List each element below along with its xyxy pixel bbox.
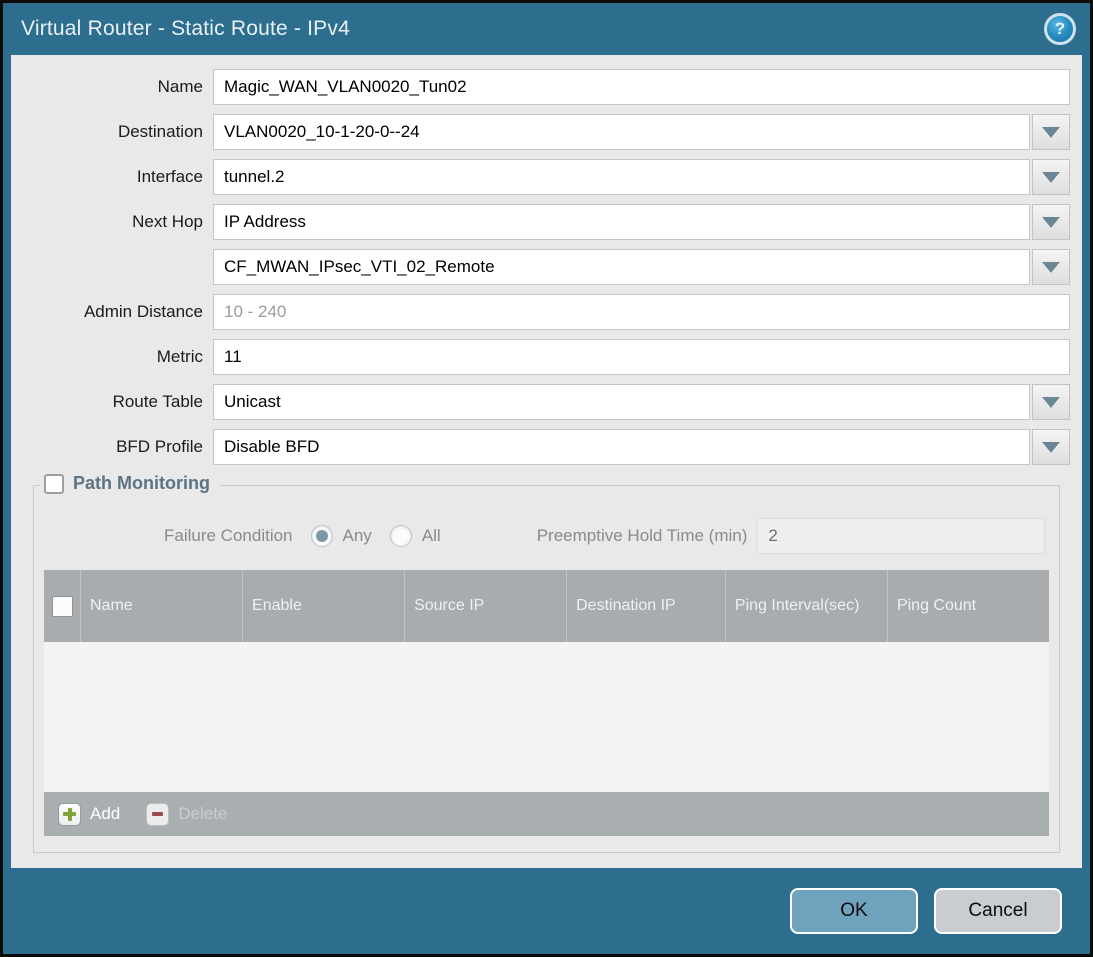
failure-condition-label: Failure Condition bbox=[164, 526, 293, 546]
metric-label: Metric bbox=[21, 347, 213, 367]
table-header-select-cell bbox=[44, 570, 80, 642]
select-all-checkbox[interactable] bbox=[52, 596, 73, 617]
destination-label: Destination bbox=[21, 122, 213, 142]
bfd-profile-label: BFD Profile bbox=[21, 437, 213, 457]
failure-condition-any-radio bbox=[311, 525, 333, 547]
interface-label: Interface bbox=[21, 167, 213, 187]
destination-dropdown-button[interactable] bbox=[1032, 114, 1070, 150]
route-table-input[interactable] bbox=[213, 384, 1030, 420]
table-header-ping-interval: Ping Interval(sec) bbox=[725, 570, 887, 642]
table-body bbox=[44, 642, 1049, 792]
bfd-profile-dropdown-button[interactable] bbox=[1032, 429, 1070, 465]
failure-condition-all-radio bbox=[390, 525, 412, 547]
failure-condition-all-label: All bbox=[422, 526, 441, 546]
metric-row: Metric bbox=[21, 339, 1070, 375]
next-hop-label: Next Hop bbox=[21, 212, 213, 232]
next-hop-address-row bbox=[21, 249, 1070, 285]
next-hop-row: Next Hop bbox=[21, 204, 1070, 240]
table-header-source-ip: Source IP bbox=[404, 570, 566, 642]
failure-condition-any-label: Any bbox=[343, 526, 372, 546]
help-icon[interactable]: ? bbox=[1044, 13, 1076, 45]
interface-row: Interface bbox=[21, 159, 1070, 195]
path-monitoring-legend: Path Monitoring bbox=[40, 473, 220, 494]
bfd-profile-row: BFD Profile bbox=[21, 429, 1070, 465]
table-header-name: Name bbox=[80, 570, 242, 642]
table-header-enable: Enable bbox=[242, 570, 404, 642]
metric-input[interactable] bbox=[213, 339, 1070, 375]
table-header-row: Name Enable Source IP Destination IP Pin… bbox=[44, 570, 1049, 642]
add-button-label: Add bbox=[90, 804, 120, 824]
path-monitoring-section: Path Monitoring Failure Condition Any Al… bbox=[33, 485, 1060, 853]
cancel-button[interactable]: Cancel bbox=[934, 888, 1062, 934]
name-input[interactable] bbox=[213, 69, 1070, 105]
path-monitoring-checkbox[interactable] bbox=[44, 474, 64, 494]
ok-button[interactable]: OK bbox=[790, 888, 918, 934]
chevron-down-icon bbox=[1042, 127, 1060, 138]
chevron-down-icon bbox=[1042, 217, 1060, 228]
plus-icon bbox=[58, 803, 81, 826]
table-header-ping-count: Ping Count bbox=[887, 570, 1049, 642]
delete-button-label: Delete bbox=[178, 804, 227, 824]
admin-distance-label: Admin Distance bbox=[21, 302, 213, 322]
destination-input[interactable] bbox=[213, 114, 1030, 150]
name-label: Name bbox=[21, 77, 213, 97]
dialog-title: Virtual Router - Static Route - IPv4 bbox=[21, 17, 350, 41]
add-button[interactable]: Add bbox=[58, 803, 120, 826]
interface-dropdown-button[interactable] bbox=[1032, 159, 1070, 195]
admin-distance-row: Admin Distance bbox=[21, 294, 1070, 330]
title-bar: Virtual Router - Static Route - IPv4 ? bbox=[3, 3, 1090, 55]
admin-distance-input[interactable] bbox=[213, 294, 1070, 330]
next-hop-type-input[interactable] bbox=[213, 204, 1030, 240]
delete-button: Delete bbox=[146, 803, 227, 826]
next-hop-type-dropdown-button[interactable] bbox=[1032, 204, 1070, 240]
chevron-down-icon bbox=[1042, 172, 1060, 183]
route-table-row: Route Table bbox=[21, 384, 1070, 420]
table-header-destination-ip: Destination IP bbox=[566, 570, 725, 642]
chevron-down-icon bbox=[1042, 442, 1060, 453]
minus-icon bbox=[146, 803, 169, 826]
route-table-label: Route Table bbox=[21, 392, 213, 412]
path-monitoring-table: Name Enable Source IP Destination IP Pin… bbox=[44, 570, 1049, 836]
dialog-body: Name Destination Interface Next Hop bbox=[11, 55, 1082, 868]
radio-dot-icon bbox=[316, 530, 328, 542]
static-route-dialog: Virtual Router - Static Route - IPv4 ? N… bbox=[0, 0, 1093, 957]
chevron-down-icon bbox=[1042, 262, 1060, 273]
path-monitoring-title: Path Monitoring bbox=[73, 473, 210, 494]
next-hop-address-input[interactable] bbox=[213, 249, 1030, 285]
route-table-dropdown-button[interactable] bbox=[1032, 384, 1070, 420]
name-row: Name bbox=[21, 69, 1070, 105]
preemptive-hold-time-label: Preemptive Hold Time (min) bbox=[537, 526, 748, 546]
next-hop-address-dropdown-button[interactable] bbox=[1032, 249, 1070, 285]
dialog-footer: OK Cancel bbox=[3, 868, 1090, 954]
preemptive-hold-time-input bbox=[757, 518, 1045, 554]
chevron-down-icon bbox=[1042, 397, 1060, 408]
path-monitoring-options-row: Failure Condition Any All Preemptive Hol… bbox=[46, 518, 1045, 554]
destination-row: Destination bbox=[21, 114, 1070, 150]
interface-input[interactable] bbox=[213, 159, 1030, 195]
bfd-profile-input[interactable] bbox=[213, 429, 1030, 465]
table-toolbar: Add Delete bbox=[44, 792, 1049, 836]
